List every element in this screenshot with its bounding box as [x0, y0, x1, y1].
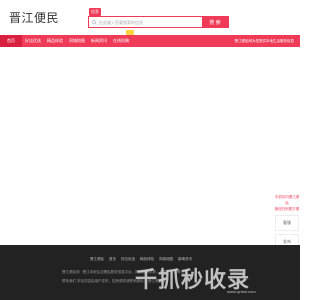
side-promo-line2: 微信扫码更方便 [274, 207, 300, 211]
side-promo-line1: 手机访问晋江便民 [274, 195, 300, 205]
watermark-url: www.qzmsl.com [227, 289, 256, 294]
search-button[interactable]: 搜 索 [202, 17, 228, 27]
nav-item-good-shops[interactable]: 好店优选 [22, 35, 44, 47]
nav-item-submit[interactable]: 在线投稿 [110, 30, 134, 47]
search-bar: 搜 索 [88, 16, 229, 28]
main-nav: 首页 好店优选 精品体验 同城地图 新闻资讯 在线投稿 晋江便民网为您提供本地生… [0, 30, 300, 47]
footer: 晋江便民 首页 好店优选 精品体验 同城地图 新闻资讯 晋江便民网 · 晋江本地… [0, 245, 300, 300]
nav-item-experience[interactable]: 精品体验 [44, 35, 66, 47]
site-logo[interactable]: 晋江便民 [9, 9, 59, 26]
header: 晋江便民 信息 搜 索 [0, 0, 300, 34]
side-button-service[interactable]: 客服 [275, 215, 299, 231]
search-icon [89, 17, 99, 27]
side-promo: 手机访问晋江便民 微信扫码更方便 [274, 190, 300, 212]
nav-item-city-map[interactable]: 同城地图 [66, 35, 88, 47]
nav-item-submit-label: 在线投稿 [113, 38, 129, 43]
nav-item-news[interactable]: 新闻资讯 [88, 35, 110, 47]
footer-link[interactable]: 首页 [109, 257, 116, 262]
nav-right-text: 晋江便民网为您提供本地生活服务信息 [234, 38, 295, 43]
search-input[interactable] [99, 17, 202, 27]
footer-link[interactable]: 晋江便民 [90, 257, 104, 262]
search-category-tag[interactable]: 信息 [89, 8, 101, 16]
nav-item-home[interactable]: 首页 [0, 35, 22, 47]
footer-link[interactable]: 好店优选 [121, 257, 135, 262]
hot-badge-icon [126, 30, 134, 35]
